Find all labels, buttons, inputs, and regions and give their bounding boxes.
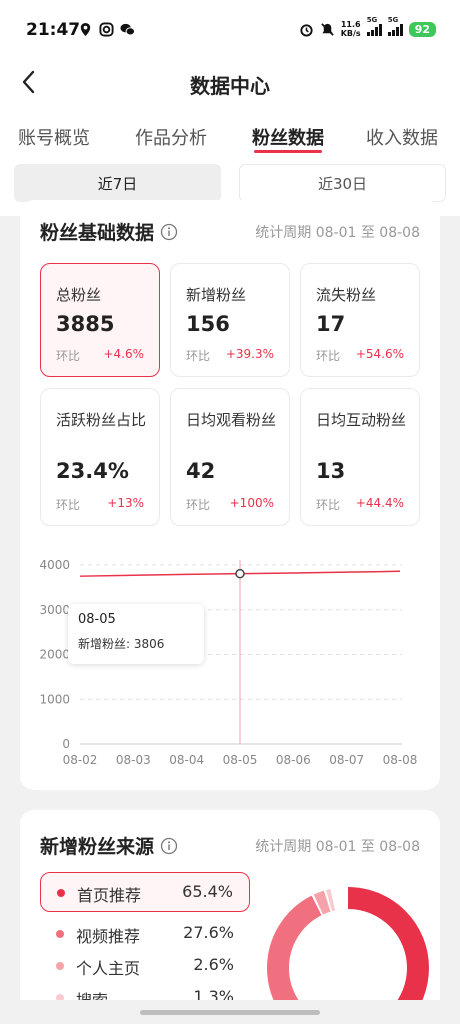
network-speed: 11.6 KB/s	[340, 20, 361, 38]
x-tick-label: 08-07	[329, 753, 364, 767]
tab-account-overview[interactable]: 账号概览	[18, 124, 90, 150]
info-icon[interactable]	[160, 837, 178, 855]
y-tick-label: 0	[62, 737, 70, 751]
x-tick-label: 08-06	[276, 753, 311, 767]
fans-source-card: 新增粉丝来源 统计周期 08-01 至 08-08 首页推荐 65.4% 视频推…	[20, 810, 440, 1024]
card-title: 新增粉丝来源	[40, 832, 178, 859]
period-30-days-button[interactable]: 近30日	[239, 164, 446, 202]
y-tick-label: 4000	[39, 558, 70, 572]
mute-icon	[320, 22, 334, 36]
battery-indicator: 92	[408, 21, 436, 37]
header: 数据中心	[0, 60, 460, 108]
x-tick-label: 08-04	[169, 753, 204, 767]
signal-icon: 5G	[387, 16, 403, 36]
stat-period: 统计周期 08-01 至 08-08	[255, 839, 420, 855]
x-tick-label: 08-03	[116, 753, 151, 767]
tab-fans-data[interactable]: 粉丝数据	[252, 124, 324, 150]
status-time: 21:47	[26, 20, 81, 40]
x-tick-label: 08-02	[63, 753, 98, 767]
data-point-highlight	[235, 568, 245, 579]
active-tab-indicator	[254, 150, 322, 153]
status-bar: 21:47 11.6 KB/s 5G 5G 92	[0, 0, 460, 60]
period-7-days-button[interactable]: 近7日	[14, 164, 221, 202]
y-tick-label: 1000	[39, 692, 70, 706]
tab-bar: 账号概览 作品分析 粉丝数据 收入数据	[0, 108, 460, 160]
instagram-icon	[99, 22, 114, 37]
source-item-home-recommend[interactable]: 首页推荐 65.4%	[40, 872, 250, 912]
fans-trend-chart[interactable]: 0100020003000400008-02 08-03 08-04 08-05 08-…	[20, 200, 440, 790]
fans-basic-card: 粉丝基础数据 统计周期 08-01 至 08-08 总粉丝 3885 环比 +4…	[20, 200, 440, 790]
alarm-icon	[300, 23, 313, 37]
tab-income-data[interactable]: 收入数据	[366, 124, 438, 150]
navigation-bar	[0, 1000, 460, 1024]
chart-tooltip: 08-05 新增粉丝: 3806	[68, 604, 204, 664]
y-tick-label: 3000	[39, 603, 70, 617]
tooltip-value: 新增粉丝: 3806	[78, 637, 165, 651]
y-tick-label: 2000	[39, 648, 70, 662]
signal-icon: 5G	[366, 16, 382, 36]
tab-works-analysis[interactable]: 作品分析	[135, 124, 207, 150]
x-tick-label: 08-05	[223, 753, 258, 767]
legend-dot	[57, 889, 65, 897]
page-title: 数据中心	[190, 74, 270, 98]
tooltip-date: 08-05	[78, 612, 116, 627]
wechat-icon	[120, 23, 135, 36]
x-tick-label: 08-08	[383, 753, 418, 767]
legend-dot	[56, 930, 64, 938]
home-indicator[interactable]	[140, 1010, 320, 1015]
location-icon	[80, 22, 91, 37]
legend-dot	[56, 962, 64, 970]
